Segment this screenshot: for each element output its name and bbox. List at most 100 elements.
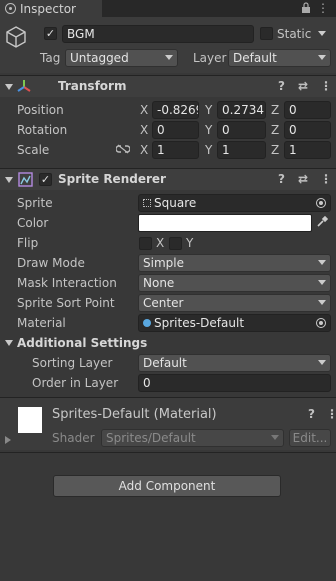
material-object-field[interactable]: Sprites-Default (138, 314, 331, 332)
transform-header[interactable]: Transform ? ⇄ ⋮ (0, 76, 336, 97)
position-label: Position (17, 103, 64, 117)
scale-y-input[interactable]: 1 (217, 141, 266, 159)
order-in-layer-label: Order in Layer (32, 376, 119, 390)
sprite-renderer-icon (18, 172, 33, 187)
rotation-y-input[interactable]: 0 (217, 121, 266, 139)
sort-point-label: Sprite Sort Point (17, 296, 115, 310)
tab-bar: Inspector ⋮ (0, 0, 336, 17)
flip-y-checkbox[interactable] (169, 237, 182, 250)
sprite-label: Sprite (17, 196, 53, 210)
divider (0, 452, 336, 453)
tab-menu-icon[interactable]: ⋮ (317, 1, 329, 15)
axis-x-label[interactable]: X (140, 103, 148, 117)
component-menu-icon[interactable]: ⋮ (320, 172, 332, 186)
sprite-renderer-header[interactable]: ✓ Sprite Renderer ? ⇄ ⋮ (0, 169, 336, 190)
help-icon[interactable]: ? (278, 172, 285, 186)
material-sphere-icon (143, 319, 151, 327)
foldout-arrow-icon[interactable] (5, 84, 13, 90)
material-label: Material (17, 316, 66, 330)
rotation-z-input[interactable]: 0 (284, 121, 331, 139)
shader-value: Sprites/Default (106, 431, 196, 445)
rotation-x-input[interactable]: 0 (152, 121, 199, 139)
gameobject-cube-icon (6, 26, 26, 48)
position-y-input[interactable]: 0.2734 (217, 101, 266, 119)
component-menu-icon[interactable]: ⋮ (326, 407, 336, 421)
axis-x-label[interactable]: X (140, 143, 148, 157)
axis-z-label[interactable]: Z (271, 103, 279, 117)
scale-z-input[interactable]: 1 (284, 141, 331, 159)
material-preview-title: Sprites-Default (Material) (52, 407, 217, 422)
edit-shader-button[interactable]: Edit... (289, 429, 331, 447)
mask-interaction-label: Mask Interaction (17, 276, 117, 290)
axis-z-label[interactable]: Z (271, 143, 279, 157)
constrain-proportions-icon[interactable] (116, 144, 130, 154)
eyedropper-icon[interactable] (316, 216, 328, 228)
axis-y-label[interactable]: Y (205, 143, 212, 157)
mask-interaction-dropdown[interactable]: None (138, 274, 331, 292)
chevron-down-icon (318, 280, 326, 285)
axis-x-label[interactable]: X (140, 123, 148, 137)
object-header: ✓ BGM Static Tag Untagged Layer Default (0, 17, 336, 73)
shader-dropdown[interactable]: Sprites/Default (101, 429, 284, 447)
presets-icon[interactable]: ⇄ (298, 79, 308, 93)
position-x-input[interactable]: -0.8269 (152, 101, 199, 119)
object-picker-icon[interactable] (316, 318, 326, 328)
layer-label: Layer (193, 51, 227, 65)
axis-y-label[interactable]: Y (205, 123, 212, 137)
sorting-layer-label: Sorting Layer (32, 356, 113, 370)
foldout-arrow-icon[interactable] (5, 177, 13, 183)
foldout-arrow-icon[interactable] (5, 340, 13, 346)
static-checkbox[interactable] (260, 27, 273, 40)
tag-label: Tag (40, 51, 61, 65)
sprite-icon (143, 199, 151, 207)
chevron-down-icon (318, 55, 326, 60)
tag-dropdown[interactable]: Untagged (65, 49, 178, 67)
flip-label: Flip (17, 236, 39, 250)
order-in-layer-input[interactable]: 0 (138, 374, 331, 392)
add-component-button[interactable]: Add Component (53, 475, 281, 497)
flip-x-checkbox[interactable] (139, 237, 152, 250)
tab-label: Inspector (20, 1, 76, 16)
inspector-icon (5, 3, 16, 14)
color-swatch[interactable] (138, 214, 312, 232)
color-label: Color (17, 216, 49, 230)
material-thumbnail (18, 407, 42, 433)
sorting-layer-dropdown[interactable]: Default (138, 354, 331, 372)
static-label: Static (277, 27, 312, 41)
sprite-renderer-enabled-checkbox[interactable]: ✓ (39, 173, 52, 186)
scale-x-input[interactable]: 1 (152, 141, 199, 159)
help-icon[interactable]: ? (308, 407, 315, 421)
layer-value: Default (233, 51, 277, 65)
tab-inspector[interactable]: Inspector (0, 0, 102, 17)
position-z-input[interactable]: 0 (284, 101, 331, 119)
sprite-renderer-title: Sprite Renderer (58, 172, 166, 186)
tag-value: Untagged (70, 51, 129, 65)
component-menu-icon[interactable]: ⋮ (320, 79, 332, 93)
axis-y-label[interactable]: Y (205, 103, 212, 117)
flip-x-label: X (156, 236, 165, 250)
object-name-input[interactable]: BGM (62, 25, 254, 43)
sort-point-dropdown[interactable]: Center (138, 294, 331, 312)
axis-z-label[interactable]: Z (271, 123, 279, 137)
sort-point-value: Center (143, 296, 184, 310)
scale-label: Scale (17, 143, 50, 157)
flip-y-label: Y (186, 236, 194, 250)
transform-axes-icon (17, 80, 31, 92)
material-preview-section: Sprites-Default (Material) ? ⋮ Shader Sp… (0, 398, 336, 450)
static-dropdown-arrow[interactable] (318, 31, 326, 36)
object-picker-icon[interactable] (316, 198, 326, 208)
shader-label: Shader (52, 431, 95, 445)
active-checkbox[interactable]: ✓ (44, 27, 57, 40)
chevron-down-icon (318, 360, 326, 365)
rotation-label: Rotation (17, 123, 68, 137)
foldout-arrow-icon[interactable] (5, 436, 11, 444)
presets-icon[interactable]: ⇄ (298, 172, 308, 186)
layer-dropdown[interactable]: Default (228, 49, 331, 67)
lock-icon[interactable] (301, 2, 311, 14)
material-value: Sprites-Default (154, 316, 245, 330)
sprite-object-field[interactable]: Square (138, 194, 331, 212)
draw-mode-dropdown[interactable]: Simple (138, 254, 331, 272)
help-icon[interactable]: ? (278, 79, 285, 93)
chevron-down-icon (271, 435, 279, 440)
additional-settings-foldout[interactable]: Additional Settings (17, 336, 147, 350)
